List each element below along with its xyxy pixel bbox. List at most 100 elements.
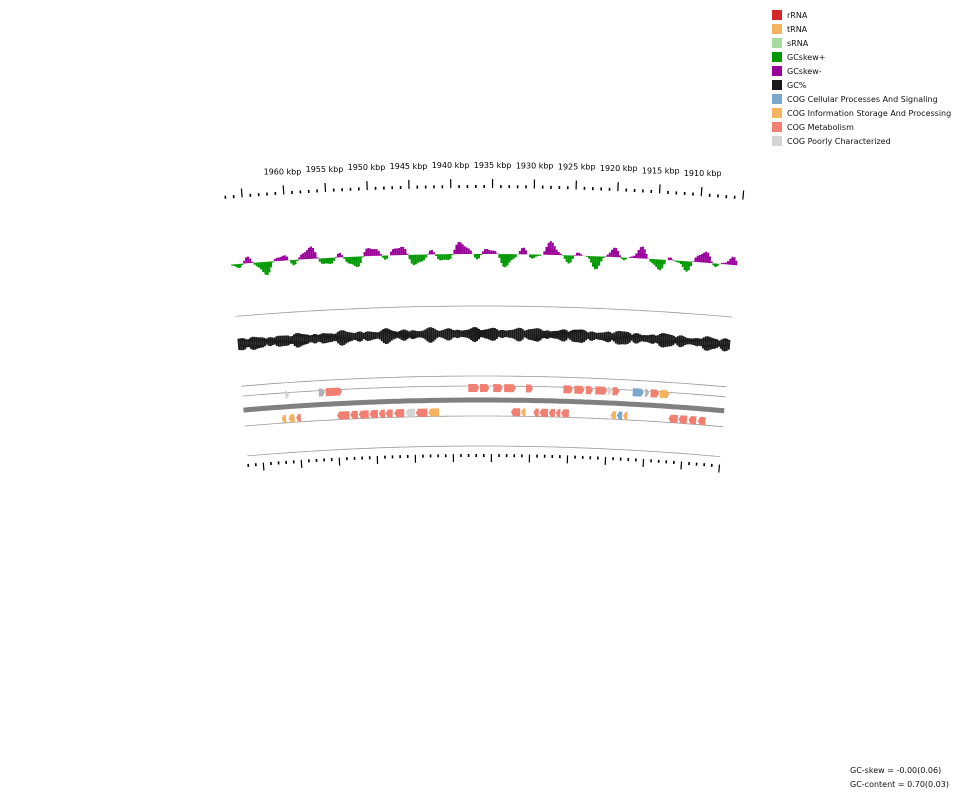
reverse-cds-arrow — [668, 414, 678, 424]
gc-skew-positive-bin — [681, 260, 685, 267]
gc-skew-positive-bin — [510, 254, 513, 261]
gc-content-bin — [493, 328, 496, 341]
scale-label-1920: 1920 kbp — [600, 164, 638, 173]
gc-skew-negative-bin — [578, 252, 581, 256]
gc-content-bin — [444, 329, 447, 340]
gc-skew-negative-bin — [692, 261, 695, 262]
gc-content-stat: GC-content = 0.70(0.03) — [850, 780, 949, 789]
reverse-cds-arrow — [539, 408, 549, 417]
forward-cds-arrow — [480, 384, 490, 393]
reverse-cds-arrow — [428, 408, 440, 417]
gc-content-bin — [499, 329, 502, 338]
gc-content-bin — [350, 332, 354, 341]
gc-skew-positive-bin — [418, 254, 421, 262]
gc-skew-negative-bin — [455, 244, 458, 255]
gc-content-bin — [553, 330, 556, 339]
gc-skew-negative-bin — [606, 254, 609, 257]
gc-content-bin — [595, 332, 598, 340]
gc-skew-negative-bin — [338, 252, 342, 258]
major-tick — [282, 185, 285, 195]
forward-cds-arrow — [493, 384, 503, 393]
gc-content-bin — [416, 331, 419, 338]
gc-content-bin — [551, 331, 554, 339]
gc-skew-positive-bin — [508, 254, 511, 263]
major-tick — [700, 187, 703, 197]
legend-swatch — [772, 108, 782, 118]
legend-label: COG Poorly Characterized — [787, 136, 891, 146]
gc-content-bin — [354, 332, 358, 341]
legend-item-trna: tRNA — [772, 22, 951, 36]
legend-swatch — [772, 24, 782, 34]
legend-swatch — [772, 66, 782, 76]
legend-label: rRNA — [787, 10, 808, 20]
gc-skew-positive-bin — [257, 262, 260, 268]
gc-skew-positive-bin — [412, 254, 415, 266]
gc-content-bin — [559, 329, 562, 341]
gc-content-bin — [547, 330, 550, 339]
gc-content-bin — [309, 335, 312, 343]
forward-cds-arrow — [612, 387, 620, 396]
major-tick — [240, 188, 243, 198]
gc-skew-negative-bin — [629, 256, 632, 258]
gc-content-bin — [448, 328, 451, 341]
forward-cds-arrow — [525, 384, 534, 393]
gc-skew-negative-bin — [694, 257, 697, 263]
gc-content-bin — [392, 330, 395, 340]
gc-skew-positive-bin — [386, 255, 389, 259]
gc-skew-positive-bin — [353, 256, 356, 266]
reverse-cds-arrow — [610, 411, 617, 420]
gc-skew-positive-bin — [345, 257, 348, 262]
gc-skew-negative-bin — [724, 262, 728, 265]
gc-content-bin — [610, 333, 614, 341]
legend-label: COG Cellular Processes And Signaling — [787, 94, 938, 104]
gc-skew-positive-bin — [675, 260, 678, 263]
major-tick — [718, 464, 721, 473]
gc-content-bin — [388, 329, 391, 343]
forward-cds-arrow — [659, 389, 670, 399]
gc-skew-positive-bin — [473, 254, 476, 258]
reverse-cds-arrow — [296, 413, 302, 422]
legend-swatch — [772, 136, 782, 146]
gc-skew-positive-bin — [357, 256, 360, 267]
gc-content-bin — [495, 329, 498, 339]
gc-skew-positive-bin — [326, 257, 330, 264]
gc-skew-negative-bin — [604, 256, 607, 257]
reverse-cds-arrow — [385, 409, 393, 418]
gc-skew-negative-bin — [720, 262, 723, 265]
gc-skew-positive-bin — [324, 258, 328, 264]
major-tick — [742, 190, 745, 200]
gc-content-bin — [569, 330, 572, 340]
gc-content-bin — [390, 330, 393, 341]
gc-skew-stat: GC-skew = -0.00(0.06) — [850, 766, 942, 775]
gc-content-bin — [491, 327, 494, 341]
forward-cds-arrow — [574, 385, 585, 394]
gc-content-bin — [601, 332, 604, 341]
gc-skew-negative-bin — [524, 250, 528, 255]
legend: rRNA tRNA sRNA GCskew+ GCskew- GC% COG C… — [772, 8, 951, 148]
gc-skew-positive-bin — [384, 255, 387, 260]
scale-label-1955: 1955 kbp — [306, 165, 344, 174]
gc-skew-negative-bin — [580, 254, 583, 256]
reverse-cds-arrow — [369, 409, 379, 419]
forward-cds-arrow — [644, 388, 650, 397]
gc-skew-negative-bin — [484, 249, 487, 255]
gc-content-bin — [591, 331, 594, 341]
gc-skew-positive-bin — [477, 254, 480, 259]
gc-skew-positive-bin — [651, 259, 654, 264]
gc-content-bin — [352, 333, 356, 340]
gc-content-bin — [460, 330, 463, 337]
gc-skew-positive-bin — [624, 257, 628, 260]
scale-label-1915: 1915 kbp — [642, 166, 680, 175]
gc-skew-positive-bin — [500, 254, 503, 264]
gc-skew-negative-bin — [453, 249, 456, 255]
legend-item-gc-percent: GC% — [772, 78, 951, 92]
gc-skew-negative-bin — [469, 250, 472, 255]
gc-skew-negative-bin — [341, 255, 344, 258]
gc-content-bin — [593, 332, 596, 341]
gc-content-bin — [501, 329, 504, 338]
gc-skew-negative-bin — [553, 246, 556, 255]
gc-skew-positive-bin — [235, 264, 238, 268]
gc-skew-positive-bin — [663, 259, 666, 265]
gc-skew-positive-bin — [620, 257, 623, 260]
gc-skew-negative-bin — [371, 249, 374, 257]
